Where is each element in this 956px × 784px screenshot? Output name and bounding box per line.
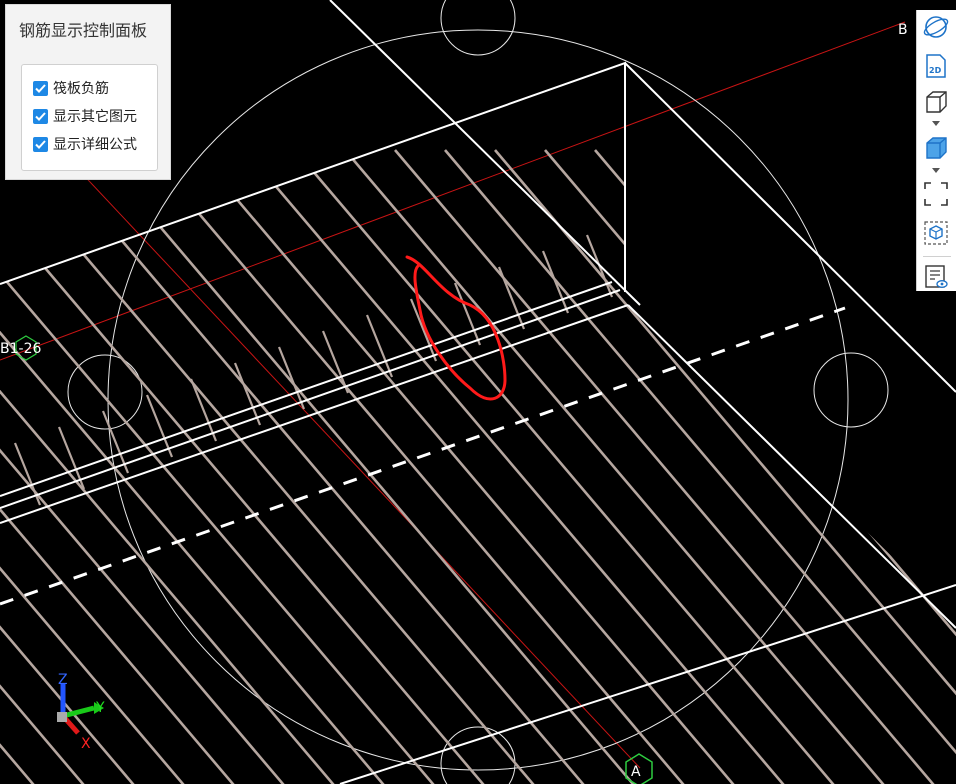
option-show-other-elements[interactable]: 显示其它图元 <box>33 106 137 126</box>
check-icon <box>35 83 46 93</box>
check-icon <box>35 139 46 149</box>
axis-y-label: Y <box>95 700 105 716</box>
toolbar-separator <box>923 256 951 257</box>
cube-view-dropdown[interactable] <box>932 121 940 126</box>
axis-x-label: X <box>81 736 91 752</box>
rebar-display-control-panel: 钢筋显示控制面板 筏板负筋 显示其它图元 显示详细公式 <box>5 4 171 180</box>
grid-label-b: B <box>898 22 908 38</box>
checkbox-show-other-elements[interactable] <box>33 108 48 124</box>
option-label: 显示详细公式 <box>53 137 137 153</box>
option-label: 筏板负筋 <box>53 81 109 97</box>
axis-z-label: Z <box>58 672 68 688</box>
option-label: 显示其它图元 <box>53 109 137 125</box>
grid-label-a: A <box>631 764 641 780</box>
wireframe-cube-button[interactable] <box>921 87 951 117</box>
panel-title: 钢筋显示控制面板 <box>19 21 148 40</box>
orbit-button[interactable] <box>921 12 951 42</box>
option-raft-negative-rebar[interactable]: 筏板负筋 <box>33 78 109 98</box>
report-eye-icon <box>925 265 948 288</box>
report-view-button[interactable] <box>921 262 951 292</box>
checkbox-show-detailed-formula[interactable] <box>33 136 48 152</box>
option-show-detailed-formula[interactable]: 显示详细公式 <box>33 134 137 154</box>
checkbox-raft-negative-rebar[interactable] <box>33 80 48 96</box>
2d-view-label: 2D <box>929 66 942 75</box>
solid-view-dropdown[interactable] <box>932 168 940 173</box>
2d-view-button[interactable]: 2D <box>921 51 951 81</box>
member-label-text: B1-26 <box>0 341 41 357</box>
view-toolbar: 2D <box>916 10 956 291</box>
check-icon <box>35 111 46 121</box>
fullscreen-frame-icon <box>924 182 948 206</box>
wireframe-cube-icon <box>926 91 947 113</box>
dashed-cube-icon <box>924 221 948 245</box>
solid-cube-button[interactable] <box>921 133 951 163</box>
fit-view-button[interactable] <box>921 179 951 209</box>
dynamic-observe-button[interactable] <box>921 218 951 248</box>
orbit-icon <box>923 16 949 38</box>
2d-view-icon: 2D <box>926 54 946 78</box>
solid-cube-icon <box>926 137 947 159</box>
panel-options-box: 筏板负筋 显示其它图元 显示详细公式 <box>21 64 158 171</box>
